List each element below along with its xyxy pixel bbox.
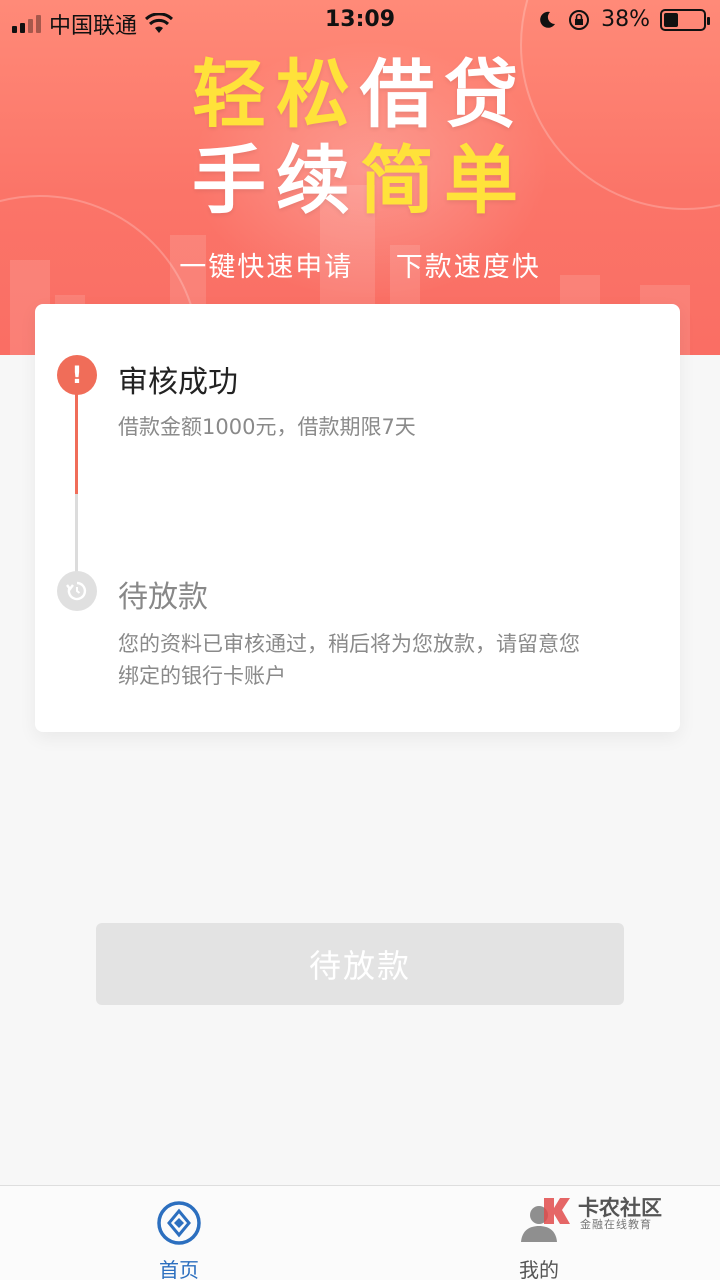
status-bar: 中国联通 13:09 38% <box>0 0 720 40</box>
banner-tagline-right: 下款速度快 <box>395 252 541 283</box>
banner-tagline-left: 一键快速申请 <box>179 252 354 283</box>
watermark-icon <box>544 1198 570 1224</box>
loan-status-card: ! 审核成功 借款金额1000元，借款期限7天 待放款 您的资料已审核通过，稍后… <box>35 304 680 732</box>
step-title-pending: 待放款 <box>118 580 208 615</box>
tab-home[interactable]: 首页 <box>119 1200 239 1280</box>
moon-icon <box>540 11 556 28</box>
headline-text: 借贷 <box>360 52 528 138</box>
pending-refresh-icon <box>57 571 97 611</box>
battery-percent: 38% <box>601 7 650 32</box>
watermark-subtitle: 金融在线教育 <box>580 1218 652 1231</box>
headline-highlight: 轻松 <box>192 52 360 138</box>
tab-home-label: 首页 <box>159 1258 199 1280</box>
exclamation-icon: ! <box>57 355 97 395</box>
watermark-logo: 卡农社区 金融在线教育 <box>540 1192 720 1242</box>
battery-icon <box>660 8 710 31</box>
timeline-line-pending <box>75 494 78 574</box>
home-diamond-icon <box>157 1201 201 1245</box>
step-desc-pending: 您的资料已审核通过，稍后将为您放款，请留意您绑定的银行卡账户 <box>118 632 580 688</box>
banner-subline: 一键快速申请 下款速度快 <box>0 245 720 284</box>
headline-highlight: 简单 <box>360 138 528 224</box>
tab-me-label: 我的 <box>519 1258 559 1280</box>
banner-headline-1: 轻松借贷 <box>0 58 720 132</box>
status-right: 38% <box>537 7 710 32</box>
pending-disbursement-button[interactable]: 待放款 <box>96 923 624 1005</box>
step-title-approved: 审核成功 <box>118 365 238 400</box>
banner-headline-2: 手续简单 <box>0 144 720 218</box>
battery-fill <box>664 12 679 27</box>
step-desc-approved: 借款金额1000元，借款期限7天 <box>118 415 416 439</box>
timeline-line-active <box>75 389 78 494</box>
headline-text: 手续 <box>192 138 360 224</box>
rotation-lock-icon <box>569 9 590 30</box>
